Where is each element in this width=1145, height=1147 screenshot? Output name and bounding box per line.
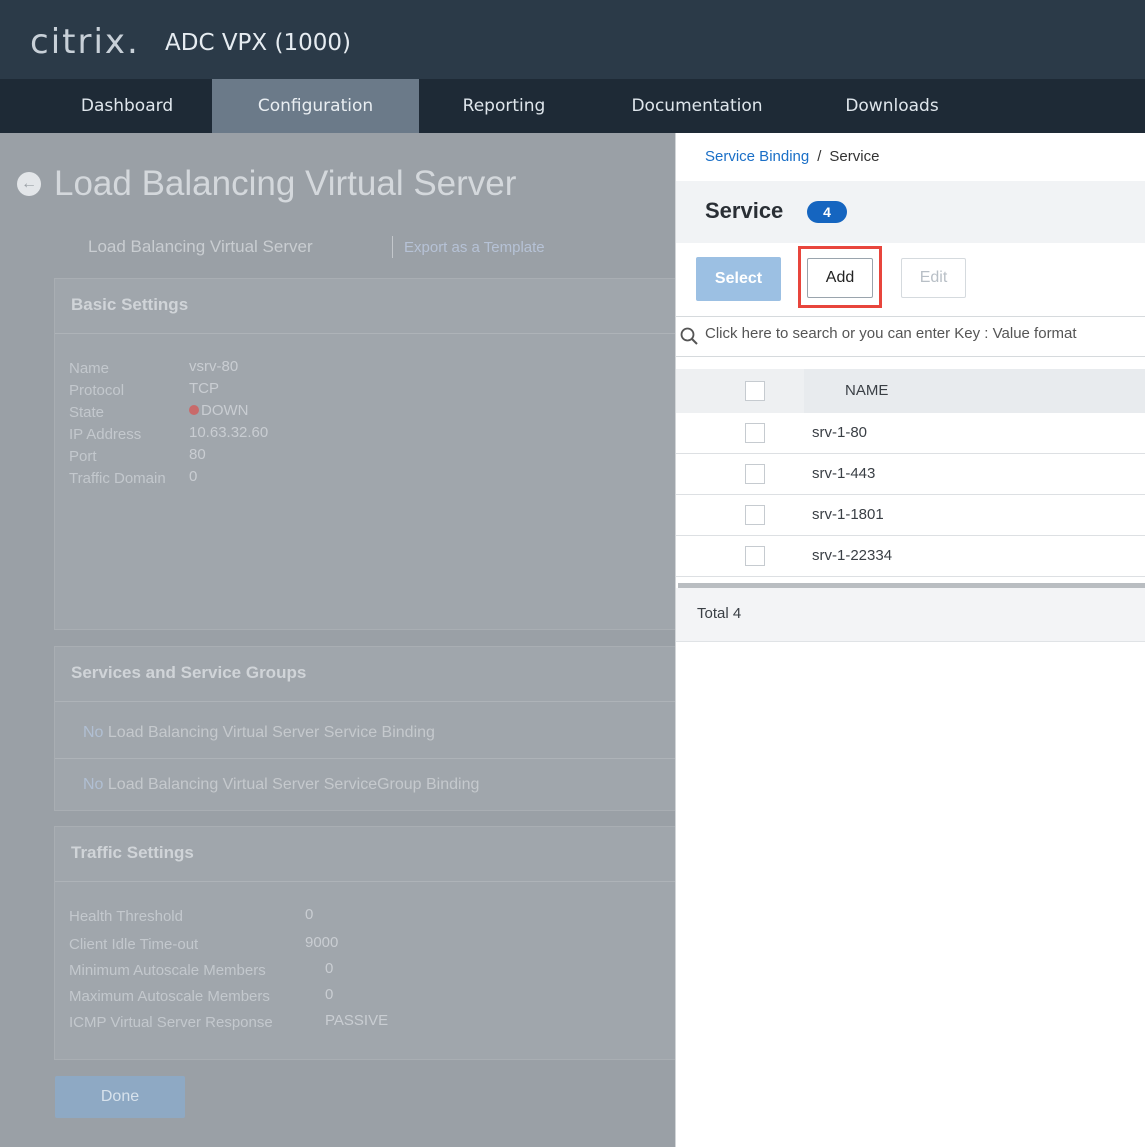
binding-count[interactable]: No [83, 724, 103, 741]
field-label-ip: IP Address [69, 426, 142, 443]
table-row[interactable]: srv-1-1801 [676, 495, 1145, 536]
binding-label: Load Balancing Virtual Server ServiceGro… [107, 776, 480, 793]
field-label-max-autoscale: Maximum Autoscale Members [69, 988, 270, 1005]
tab-configuration[interactable]: Configuration [212, 79, 419, 133]
traffic-settings-heading: Traffic Settings [71, 843, 194, 862]
services-panel: Services and Service Groups No Load Bala… [54, 646, 677, 811]
add-button-highlight [798, 246, 882, 308]
panel-divider [55, 881, 676, 882]
subtitle-divider [392, 236, 393, 258]
row-checkbox[interactable] [745, 464, 765, 484]
breadcrumb-separator: / [817, 148, 822, 165]
count-badge: 4 [807, 201, 847, 223]
field-value-min-autoscale: 0 [325, 960, 334, 977]
field-label-port: Port [69, 448, 97, 465]
field-value-port: 80 [189, 446, 206, 463]
table-row[interactable]: srv-1-80 [676, 413, 1145, 454]
row-checkbox[interactable] [745, 546, 765, 566]
field-label-traffic-domain: Traffic Domain [69, 470, 166, 487]
field-value-icmp-response: PASSIVE [325, 1012, 389, 1029]
service-name: srv-1-80 [812, 424, 868, 441]
field-value-traffic-domain: 0 [189, 468, 198, 485]
select-button[interactable]: Select [696, 257, 781, 301]
search-bar [676, 316, 1145, 357]
table-row[interactable]: srv-1-443 [676, 454, 1145, 495]
state-text: DOWN [201, 402, 249, 419]
field-value-state: DOWN [189, 401, 249, 421]
edit-button[interactable]: Edit [901, 258, 966, 298]
row-checkbox[interactable] [745, 505, 765, 525]
binding-count[interactable]: No [83, 776, 103, 793]
field-label-min-autoscale: Minimum Autoscale Members [69, 962, 266, 979]
breadcrumb-service-binding-link[interactable]: Service Binding [705, 148, 809, 165]
tab-documentation[interactable]: Documentation [612, 79, 782, 133]
field-label-icmp-response: ICMP Virtual Server Response [69, 1014, 273, 1031]
breadcrumb: Service Binding / Service [705, 147, 879, 167]
service-name: srv-1-22334 [812, 547, 893, 564]
services-heading: Services and Service Groups [71, 663, 307, 682]
status-dot-icon [189, 405, 199, 415]
product-name: ADC VPX (1000) [165, 30, 351, 56]
service-binding-panel: Service Binding / Service Service 4 Select… [675, 133, 1145, 1147]
field-label-name: Name [69, 360, 110, 377]
field-label-state: State [69, 404, 105, 421]
page-title: Load Balancing Virtual Server [54, 164, 517, 203]
service-name: srv-1-1801 [812, 506, 884, 523]
field-value-protocol: TCP [189, 380, 219, 397]
total-count: Total 4 [697, 605, 742, 622]
search-icon [680, 327, 698, 345]
export-template-link[interactable]: Export as a Template [404, 238, 545, 258]
binding-label: Load Balancing Virtual Server Service Bi… [107, 724, 435, 741]
citrix-logo[interactable]: citrix. [30, 22, 140, 62]
table-row[interactable]: srv-1-22334 [676, 536, 1145, 577]
tab-downloads[interactable]: Downloads [822, 79, 962, 133]
service-name: srv-1-443 [812, 465, 876, 482]
service-binding-link[interactable]: No Load Balancing Virtual Server Service… [83, 723, 435, 743]
field-label-health-threshold: Health Threshold [69, 908, 183, 925]
breadcrumb-current: Service [829, 148, 880, 165]
tab-reporting[interactable]: Reporting [439, 79, 569, 133]
servicegroup-binding-link[interactable]: No Load Balancing Virtual Server Service… [83, 775, 479, 795]
panel-header: Service 4 [676, 181, 1145, 243]
field-value-max-autoscale: 0 [325, 986, 334, 1003]
table-footer: Total 4 [676, 588, 1145, 642]
field-value-name: vsrv-80 [189, 358, 239, 375]
row-checkbox[interactable] [745, 423, 765, 443]
panel-title: Service [705, 198, 784, 223]
back-arrow-icon[interactable]: ← [17, 172, 41, 196]
panel-divider [55, 333, 676, 334]
search-input[interactable] [705, 325, 1145, 342]
field-label-client-idle-timeout: Client Idle Time-out [69, 936, 199, 953]
traffic-settings-panel: Traffic Settings Health Threshold 0 Clie… [54, 826, 677, 1060]
panel-divider [55, 701, 676, 702]
basic-settings-heading: Basic Settings [71, 295, 189, 314]
basic-settings-panel: Basic Settings Name vsrv-80 Protocol TCP… [54, 278, 677, 630]
field-value-client-idle-timeout: 9000 [305, 934, 339, 951]
tab-dashboard[interactable]: Dashboard [57, 79, 197, 133]
top-header: citrix. ADC VPX (1000) [0, 0, 1145, 79]
done-button[interactable]: Done [55, 1076, 185, 1118]
select-all-checkbox[interactable] [745, 381, 765, 401]
field-label-protocol: Protocol [69, 382, 125, 399]
field-value-health-threshold: 0 [305, 906, 314, 923]
field-value-ip: 10.63.32.60 [189, 424, 269, 441]
page-subtitle: Load Balancing Virtual Server [88, 237, 313, 256]
panel-divider [55, 758, 676, 759]
name-column-label: NAME [845, 382, 889, 399]
